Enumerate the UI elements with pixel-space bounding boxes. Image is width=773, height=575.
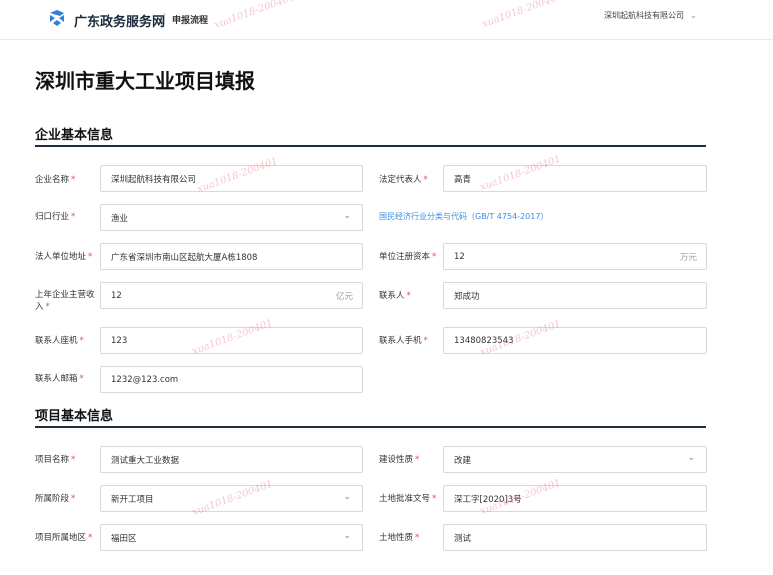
capital-input[interactable]: 12 万元 <box>443 243 707 270</box>
stage-label: 所属阶段 * <box>35 494 76 504</box>
stage-select[interactable]: 新开工项目 ⌄ <box>100 485 363 512</box>
chevron-down-icon: ⌄ <box>343 211 351 221</box>
legal-rep-input[interactable]: 高青 <box>443 165 707 192</box>
capital-label: 单位注册资本 * <box>379 252 437 262</box>
process-link[interactable]: 申报流程 <box>172 13 208 26</box>
email-label: 联系人邮箱 * <box>35 374 84 384</box>
revenue-unit: 亿元 <box>335 292 353 302</box>
landline-input[interactable]: 123 <box>100 327 363 354</box>
revenue-input[interactable]: 12 亿元 <box>100 282 363 309</box>
landline-label: 联系人座机 * <box>35 336 84 346</box>
section-divider <box>35 145 706 147</box>
section-divider <box>35 426 706 428</box>
mobile-label: 联系人手机 * <box>379 336 428 346</box>
industry-label: 归口行业 * <box>35 212 76 222</box>
district-select[interactable]: 福田区 ⌄ <box>100 524 363 551</box>
email-input[interactable]: 1232@123.com <box>100 366 363 393</box>
address-label: 法人单位地址 * <box>35 252 93 262</box>
contact-input[interactable]: 郑成功 <box>443 282 707 309</box>
user-name: 深圳起航科技有限公司 <box>604 11 684 20</box>
capital-unit: 万元 <box>679 253 697 263</box>
revenue-label: 上年企业主营收入 * <box>35 290 95 312</box>
nature-label: 建设性质 * <box>379 455 420 465</box>
land-nature-label: 土地性质 * <box>379 533 420 543</box>
project-name-input[interactable]: 测试重大工业数据 <box>100 446 363 473</box>
land-nature-input[interactable]: 测试 <box>443 524 707 551</box>
section-title-project: 项目基本信息 <box>35 409 114 424</box>
gov-logo-icon <box>50 10 64 26</box>
contact-label: 联系人 * <box>379 291 411 301</box>
chevron-down-icon: ⌄ <box>343 492 351 502</box>
land-doc-input[interactable]: 深工字[2020]3号 <box>443 485 707 512</box>
industry-select[interactable]: 渔业 ⌄ <box>100 204 363 231</box>
user-menu[interactable]: 深圳起航科技有限公司 ⌄ <box>604 10 697 21</box>
chevron-down-icon: ⌄ <box>687 453 695 463</box>
chevron-down-icon: ⌄ <box>343 531 351 541</box>
company-name-label: 企业名称 * <box>35 175 76 185</box>
page-title: 深圳市重大工业项目填报 <box>35 69 255 93</box>
address-input[interactable]: 广东省深圳市南山区起航大厦A栋1808 <box>100 243 363 270</box>
industry-code-link[interactable]: 国民经济行业分类与代码（GB/T 4754-2017） <box>379 211 548 222</box>
nature-select[interactable]: 改建 ⌄ <box>443 446 707 473</box>
land-doc-label: 土地批准文号 * <box>379 494 437 504</box>
company-name-input[interactable]: 深圳起航科技有限公司 <box>100 165 363 192</box>
legal-rep-label: 法定代表人 * <box>379 175 428 185</box>
mobile-input[interactable]: 13480823543 <box>443 327 707 354</box>
district-label: 项目所属地区 * <box>35 533 93 543</box>
brand-divider <box>164 13 165 24</box>
chevron-down-icon: ⌄ <box>690 11 697 20</box>
section-title-company: 企业基本信息 <box>35 128 114 143</box>
brand-title[interactable]: 广东政务服务网 <box>74 11 165 30</box>
project-name-label: 项目名称 * <box>35 455 76 465</box>
top-bar: 广东政务服务网 申报流程 深圳起航科技有限公司 ⌄ <box>0 0 773 40</box>
